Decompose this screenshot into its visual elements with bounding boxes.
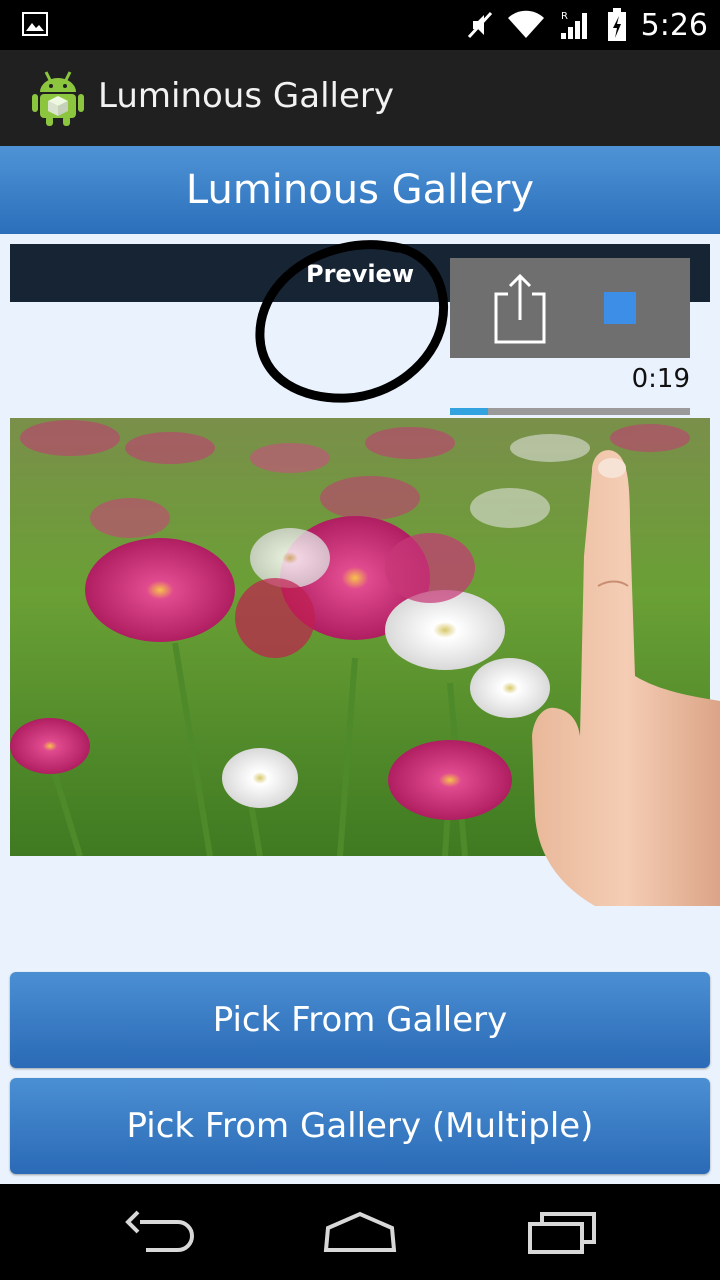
svg-text:R: R — [561, 11, 568, 22]
recents-icon[interactable] — [526, 1210, 598, 1254]
back-icon[interactable] — [124, 1210, 196, 1254]
home-icon[interactable] — [322, 1210, 398, 1254]
main-content: Luminous Gallery Preview 0:19 Pick From … — [0, 146, 720, 1184]
gallery-icon — [22, 12, 48, 36]
circle-annotation — [255, 240, 448, 403]
app-title: Luminous Gallery — [98, 76, 394, 116]
battery-charging-icon — [607, 8, 626, 41]
android-app-icon[interactable] — [30, 68, 86, 128]
header-banner: Luminous Gallery — [0, 146, 720, 234]
pick-from-gallery-button[interactable]: Pick From Gallery — [10, 972, 710, 1068]
header-title: Luminous Gallery — [185, 167, 535, 213]
mute-icon — [467, 11, 492, 39]
pick-multiple-button[interactable]: Pick From Gallery (Multiple) — [10, 1078, 710, 1174]
wifi-icon — [507, 10, 544, 39]
action-bar: Luminous Gallery — [0, 50, 720, 148]
progress-fill — [450, 408, 489, 415]
signal-icon: R — [560, 11, 587, 39]
navigation-bar — [0, 1184, 720, 1280]
status-bar: R 5:26 — [0, 0, 720, 50]
hand-pointer — [532, 450, 720, 906]
status-time: 5:26 — [640, 7, 708, 43]
